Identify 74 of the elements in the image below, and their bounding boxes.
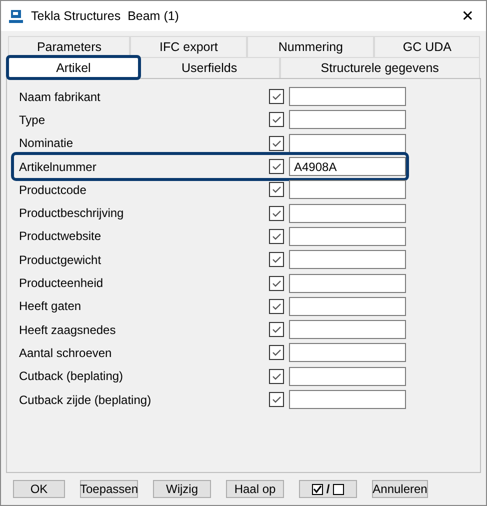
checkbox[interactable] — [269, 112, 284, 128]
field-label: Nominatie — [19, 136, 74, 150]
input-field[interactable] — [289, 180, 406, 200]
checkbox[interactable] — [269, 392, 284, 407]
check-icon — [271, 138, 282, 149]
tab[interactable]: Structurele gegevens — [280, 57, 480, 78]
checkbox[interactable] — [269, 345, 284, 360]
input-field[interactable] — [289, 366, 406, 386]
tab[interactable]: Nummering — [246, 36, 374, 57]
checked-box-icon — [312, 484, 324, 494]
checkbox[interactable] — [269, 298, 284, 314]
field-label: Aantal schroeven — [19, 346, 113, 360]
window-title: Tekla Structures Beam (1) — [31, 9, 180, 23]
app-logo-icon — [9, 10, 23, 22]
dialog-button[interactable]: OK — [13, 480, 65, 498]
input-field[interactable] — [289, 226, 406, 246]
check-icon — [271, 230, 282, 242]
input-field[interactable] — [289, 87, 406, 106]
check-icon — [271, 300, 282, 312]
input-field[interactable] — [289, 296, 406, 316]
checkbox[interactable] — [269, 182, 284, 198]
field-label: Productgewicht — [19, 252, 102, 267]
checkbox[interactable] — [269, 89, 284, 104]
field-label: Artikelnummer — [19, 160, 98, 174]
dialog-button[interactable]: Haal op — [226, 480, 284, 498]
input-field[interactable] — [289, 274, 406, 293]
check-icon — [271, 184, 282, 196]
tab[interactable]: Parameters — [8, 36, 130, 57]
check-icon — [271, 370, 282, 382]
field-label: Naam fabrikant — [19, 90, 102, 104]
empty-box-icon — [332, 484, 344, 494]
field-label: Cutback zijde (beplating) — [19, 392, 152, 406]
dialog-button[interactable]: Annuleren — [372, 480, 428, 498]
input-field[interactable] — [289, 204, 406, 223]
dialog-button[interactable]: Wijzig — [153, 480, 211, 498]
input-field[interactable] — [289, 110, 406, 130]
dialog-button[interactable]: Toepassen — [80, 480, 138, 498]
check-icon — [271, 91, 282, 102]
check-icon — [271, 324, 282, 336]
input-field[interactable] — [289, 134, 406, 153]
field-label: Productcode — [19, 182, 88, 197]
check-icon — [271, 278, 282, 289]
checkbox[interactable] — [269, 159, 284, 174]
check-icon — [271, 161, 282, 172]
tab[interactable]: Userfields — [138, 57, 280, 78]
check-icon — [271, 208, 282, 219]
field-label: Productbeschrijving — [19, 206, 125, 220]
checkbox[interactable] — [269, 136, 284, 151]
check-icon — [271, 394, 282, 405]
field-label: Productwebsite — [19, 229, 102, 244]
tab[interactable]: Artikel — [8, 57, 139, 78]
checkbox[interactable] — [269, 252, 284, 268]
tab[interactable]: GC UDA — [374, 36, 480, 57]
toggle-all-button[interactable]: / — [299, 480, 357, 498]
input-field[interactable] — [289, 390, 406, 409]
checkbox[interactable] — [269, 322, 284, 338]
checkbox[interactable] — [269, 368, 284, 384]
field-label: Producteenheid — [19, 276, 104, 290]
field-label: Type — [19, 112, 46, 127]
input-field[interactable] — [289, 320, 406, 340]
check-icon — [271, 114, 282, 126]
input-field[interactable] — [289, 343, 406, 362]
tab[interactable]: IFC export — [130, 36, 247, 57]
close-button[interactable]: ✕ — [457, 7, 478, 25]
field-label: Heeft zaagsnedes — [19, 322, 117, 337]
field-label: Cutback (beplating) — [19, 369, 124, 384]
input-field[interactable]: A4908A — [289, 157, 406, 176]
check-icon — [271, 347, 282, 358]
checkbox[interactable] — [269, 276, 284, 291]
checkbox[interactable] — [269, 206, 284, 221]
check-icon — [271, 254, 282, 266]
input-field[interactable] — [289, 250, 406, 270]
field-label: Heeft gaten — [19, 299, 82, 314]
checkbox[interactable] — [269, 228, 284, 244]
